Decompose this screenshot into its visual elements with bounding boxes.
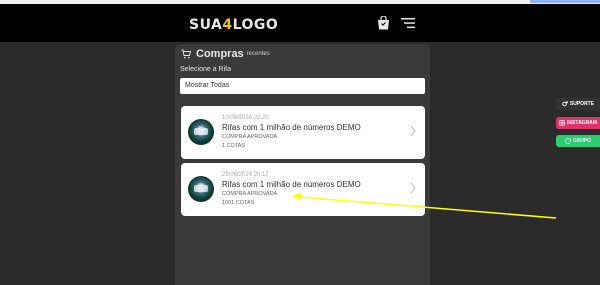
chevron-right-icon [410, 125, 416, 137]
logo-text-accent: 4 [222, 17, 233, 33]
purchase-card[interactable]: 10/06/2024 22:20 Rifas com 1 milhão de n… [181, 106, 425, 159]
instagram-icon [559, 120, 565, 126]
purchase-title: Rifas com 1 milhão de números DEMO [222, 123, 361, 132]
purchase-title: Rifas com 1 milhão de números DEMO [222, 180, 361, 189]
logo-text-main: SUA [189, 17, 223, 33]
raffle-select[interactable]: Mostrar Todas [180, 78, 425, 94]
purchase-status: COMPRA APROVADA [222, 134, 278, 140]
purchase-cotas: 1001 COTAS [222, 200, 255, 206]
logo-text-tail: LOGO [232, 17, 279, 33]
hamburger-menu-icon[interactable] [401, 17, 415, 29]
cart-icon [181, 49, 191, 59]
suporte-button[interactable]: SUPORTE [556, 98, 600, 110]
grupo-label: GRUPO [572, 138, 592, 144]
whatsapp-icon [565, 138, 571, 144]
instagram-button[interactable]: INSTAGRAM [556, 117, 600, 129]
site-logo[interactable]: SUA4LOGO [189, 17, 278, 33]
instagram-label: INSTAGRAM [567, 120, 597, 126]
purchase-card[interactable]: 25/06/2024 20:17 Rifas com 1 milhão de n… [181, 163, 425, 216]
raffle-thumbnail [188, 176, 214, 202]
site-header: SUA4LOGO [0, 4, 600, 42]
browser-tab-indicator [530, 0, 600, 3]
gears-icon [562, 101, 568, 107]
chevron-right-icon [410, 182, 416, 194]
raffle-thumbnail [188, 119, 214, 145]
purchase-status: COMPRA APROVADA [222, 191, 278, 197]
page-title-row: Compras recentes [181, 47, 270, 61]
purchase-cotas: 1 COTAS [222, 143, 246, 149]
shopping-bag-icon[interactable] [377, 16, 390, 30]
grupo-button[interactable]: GRUPO [556, 135, 600, 147]
suporte-label: SUPORTE [569, 101, 595, 107]
page-title: Compras [196, 48, 244, 60]
page-subtitle: recentes [246, 51, 270, 57]
purchase-date: 25/06/2024 20:17 [222, 172, 269, 178]
purchase-date: 10/06/2024 22:20 [222, 115, 269, 121]
raffle-select-label: Selecione a Rifa [180, 66, 231, 73]
